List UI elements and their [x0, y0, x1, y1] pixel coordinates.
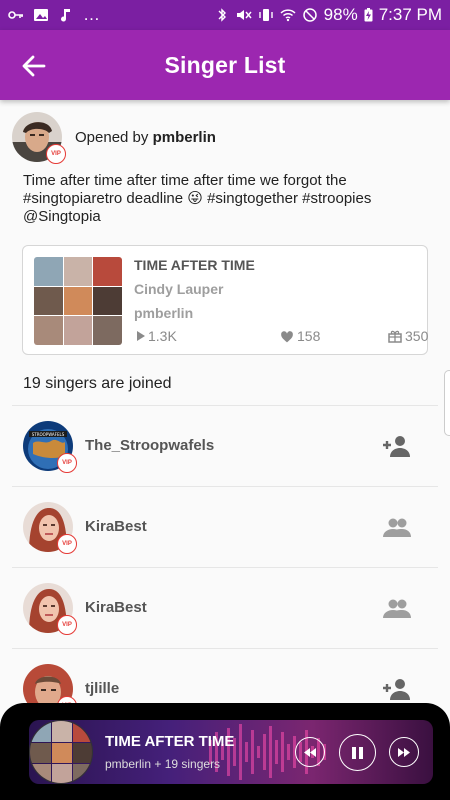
opener-username[interactable]: pmberlin: [153, 129, 216, 146]
more-notifications-icon: …: [83, 5, 100, 24]
rewind-icon: [304, 747, 316, 757]
song-cover-collage: [34, 257, 122, 345]
gift-icon: [388, 330, 402, 343]
player-cover[interactable]: [29, 720, 93, 784]
song-owner[interactable]: pmberlin: [134, 305, 193, 321]
image-icon: [34, 9, 48, 21]
do-not-disturb-icon: [302, 8, 317, 22]
likes-count: 158: [297, 328, 321, 344]
app-bar: Singer List: [0, 30, 450, 100]
singer-row[interactable]: VIP KiraBest: [0, 568, 450, 648]
song-artist: Cindy Lauper: [134, 281, 224, 297]
singer-avatar[interactable]: STROOPWAFELS VIP: [23, 421, 77, 473]
pause-button[interactable]: [339, 734, 376, 771]
vip-badge: VIP: [57, 534, 77, 554]
battery-charging-icon: [364, 8, 373, 22]
battery-level: 98%: [323, 5, 358, 24]
heart-icon: [281, 330, 293, 342]
plays-stat: 1.3K: [137, 328, 177, 344]
add-person-icon[interactable]: [382, 677, 412, 701]
add-person-icon[interactable]: [382, 434, 412, 458]
plays-count: 1.3K: [148, 328, 177, 344]
status-bar: … 98% 7:37 PM: [0, 0, 450, 30]
mini-player[interactable]: TIME AFTER TIME pmberlin + 19 singers: [0, 703, 450, 800]
opener-row: VIP Opened by pmberlin: [12, 112, 216, 164]
player-title: TIME AFTER TIME: [105, 733, 235, 750]
fast-forward-icon: [398, 747, 410, 757]
player-subtitle: pmberlin + 19 singers: [105, 757, 221, 771]
arrow-back-icon[interactable]: [20, 52, 48, 80]
people-icon[interactable]: [382, 515, 412, 539]
singer-name[interactable]: The_Stroopwafels: [85, 437, 214, 454]
song-cover-collage: [30, 721, 92, 783]
song-title: TIME AFTER TIME: [134, 257, 255, 273]
gifts-count: 350: [405, 328, 429, 344]
vip-badge: VIP: [57, 453, 77, 473]
song-card[interactable]: TIME AFTER TIME Cindy Lauper pmberlin 1.…: [22, 245, 428, 355]
mute-icon: [236, 10, 252, 20]
opener-avatar[interactable]: VIP: [12, 112, 66, 164]
singer-row[interactable]: STROOPWAFELS VIP The_Stroopwafels: [0, 406, 450, 486]
singer-name[interactable]: KiraBest: [85, 599, 147, 616]
pause-icon: [352, 746, 363, 759]
opened-by-label: Opened by: [75, 128, 149, 146]
clock: 7:37 PM: [378, 5, 442, 24]
singer-name[interactable]: KiraBest: [85, 518, 147, 535]
wifi-icon: [280, 9, 296, 22]
play-count-icon: [137, 331, 145, 341]
vip-badge: VIP: [46, 144, 66, 164]
singer-row[interactable]: VIP KiraBest: [0, 487, 450, 567]
main-content: VIP Opened by pmberlin Time after time a…: [0, 100, 450, 800]
likes-stat: 158: [280, 328, 320, 344]
joined-count-text: 19 singers are joined: [23, 375, 172, 392]
vibrate-icon: [258, 9, 273, 21]
gifts-stat: 350: [388, 328, 428, 344]
people-icon[interactable]: [382, 596, 412, 620]
bluetooth-icon: [218, 8, 226, 22]
singer-avatar[interactable]: VIP: [23, 502, 77, 554]
fast-forward-button[interactable]: [389, 737, 419, 767]
singer-avatar[interactable]: VIP: [23, 583, 77, 635]
rewind-button[interactable]: [295, 737, 325, 767]
key-icon: [8, 11, 23, 19]
page-title: Singer List: [164, 51, 286, 78]
song-stats: 1.3K 158 350: [134, 328, 428, 346]
post-text: Time after time after time after time we…: [23, 172, 372, 225]
opened-by-text: Opened by pmberlin: [75, 129, 216, 146]
vip-badge: VIP: [57, 615, 77, 635]
music-note-icon: [61, 9, 70, 22]
singer-name[interactable]: tjlille: [85, 680, 119, 697]
svg-text:STROOPWAFELS: STROOPWAFELS: [32, 432, 65, 437]
